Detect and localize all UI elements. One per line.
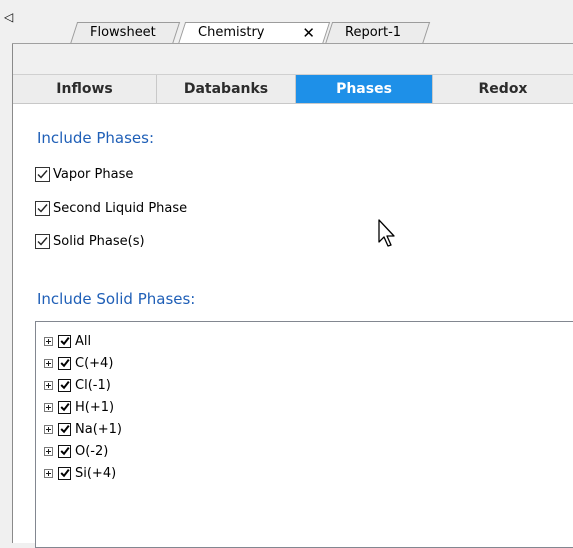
checkmark-icon (59, 358, 70, 368)
tab-report-1[interactable]: Report-1 (325, 22, 431, 44)
tree-item-label: Na(+1) (75, 421, 122, 437)
plus-box-icon[interactable] (44, 358, 53, 368)
tree-item-si[interactable]: Si(+4) (44, 463, 116, 483)
plus-box-icon[interactable] (44, 468, 53, 478)
tree-item-h[interactable]: H(+1) (44, 397, 114, 417)
include-phases-title: Include Phases: (37, 129, 155, 147)
tree-item-label: Si(+4) (75, 465, 117, 481)
second-liquid-phase-checkbox[interactable]: Second Liquid Phase (35, 197, 187, 219)
include-solid-phases-title: Include Solid Phases: (37, 290, 196, 308)
phases-panel: Inflows Databanks Phases Redox Include P… (12, 44, 573, 548)
tree-item-label: O(-2) (75, 443, 109, 459)
checkmark-icon (59, 468, 70, 478)
checkmark-icon (59, 402, 70, 412)
tree-checkbox[interactable] (58, 444, 71, 458)
checkmark-icon (59, 336, 70, 346)
tree-checkbox[interactable] (58, 422, 71, 436)
tab-flowsheet-label: Flowsheet (90, 25, 156, 40)
plus-box-icon[interactable] (44, 336, 53, 346)
plus-box-icon[interactable] (44, 402, 53, 412)
checkbox-box (35, 166, 50, 182)
subtab-redox[interactable]: Redox (433, 75, 573, 103)
document-tab-strip: ◁ Flowsheet Report-1 Chemistry ✕ (0, 0, 573, 44)
tree-item-label: Cl(-1) (75, 377, 111, 393)
tree-checkbox[interactable] (58, 400, 71, 414)
tab-scroll-left-icon[interactable]: ◁ (4, 10, 14, 24)
tree-item-all[interactable]: All (44, 331, 91, 351)
tree-checkbox[interactable] (58, 466, 71, 480)
tree-item-cl[interactable]: Cl(-1) (44, 375, 111, 395)
checkmark-icon (59, 446, 70, 456)
plus-box-icon[interactable] (44, 446, 53, 456)
vapor-phase-checkbox[interactable]: Vapor Phase (35, 163, 133, 185)
tree-item-na[interactable]: Na(+1) (44, 419, 122, 439)
tree-item-label: H(+1) (75, 399, 115, 415)
plus-box-icon[interactable] (44, 380, 53, 390)
close-icon[interactable]: ✕ (302, 22, 315, 44)
panel-header-band (13, 44, 573, 75)
tab-chemistry[interactable]: Chemistry ✕ (178, 22, 331, 44)
tree-item-o[interactable]: O(-2) (44, 441, 108, 461)
subtab-phases[interactable]: Phases (296, 75, 433, 103)
checkmark-icon (37, 236, 48, 246)
plus-box-icon[interactable] (44, 424, 53, 434)
solid-phases-checkbox[interactable]: Solid Phase(s) (35, 230, 145, 252)
tree-checkbox[interactable] (58, 356, 71, 370)
checkmark-icon (37, 169, 48, 179)
checkbox-box (35, 200, 50, 216)
checkbox-box (35, 233, 50, 249)
tab-flowsheet[interactable]: Flowsheet (70, 22, 181, 44)
tree-checkbox[interactable] (58, 334, 71, 348)
sub-tab-bar: Inflows Databanks Phases Redox (13, 74, 573, 104)
tree-item-label: C(+4) (75, 355, 114, 371)
second-liquid-phase-label: Second Liquid Phase (53, 200, 188, 216)
checkmark-icon (59, 380, 70, 390)
subtab-inflows[interactable]: Inflows (13, 75, 157, 103)
tree-checkbox[interactable] (58, 378, 71, 392)
solid-phases-tree[interactable]: All C(+4) Cl(-1) H(+1) Na(+1) O(-2) Si(+… (35, 321, 573, 548)
tab-report-label: Report-1 (345, 25, 402, 40)
tab-chemistry-label: Chemistry (198, 25, 265, 40)
checkmark-icon (59, 424, 70, 434)
subtab-databanks[interactable]: Databanks (157, 75, 296, 103)
solid-phases-label: Solid Phase(s) (53, 233, 145, 249)
tree-item-c[interactable]: C(+4) (44, 353, 113, 373)
mouse-pointer-icon (378, 219, 395, 247)
checkmark-icon (37, 203, 48, 213)
tree-item-label: All (75, 333, 92, 349)
vapor-phase-label: Vapor Phase (53, 166, 134, 182)
